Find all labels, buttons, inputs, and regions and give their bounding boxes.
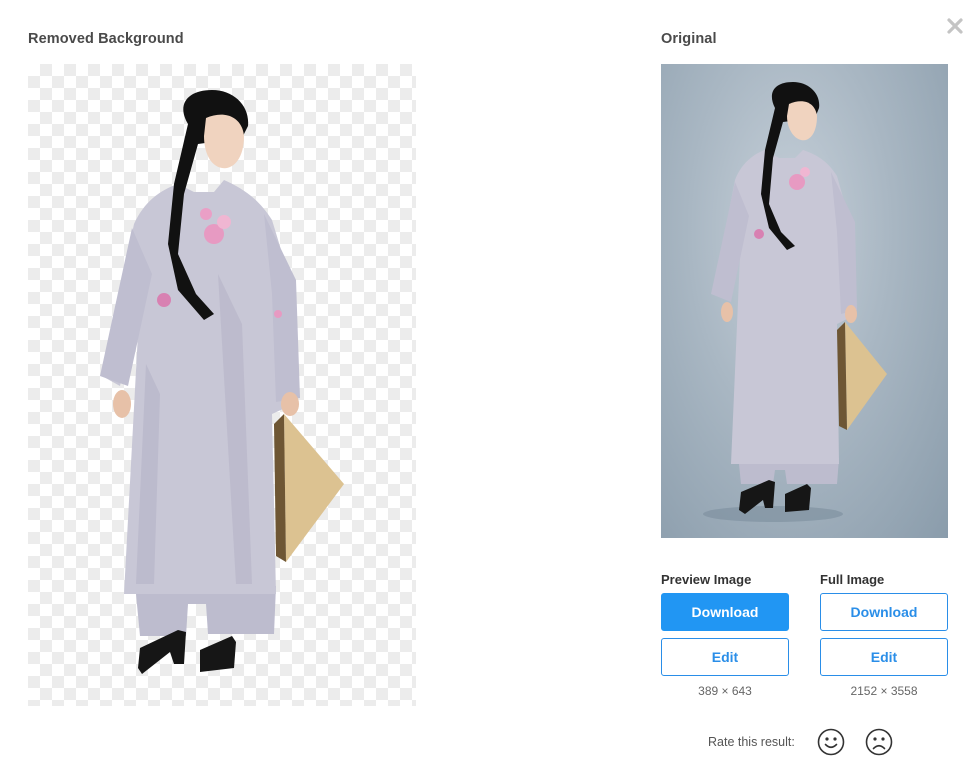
full-dimensions: 2152 × 3558	[850, 684, 918, 698]
original-image	[661, 64, 948, 538]
preview-download-button[interactable]: Download	[661, 593, 789, 631]
preview-dimensions: 389 × 643	[698, 684, 752, 698]
removed-background-image	[28, 64, 416, 706]
preview-edit-button[interactable]: Edit	[661, 638, 789, 676]
full-download-button[interactable]: Download	[820, 593, 948, 631]
removed-background-heading: Removed Background	[28, 31, 184, 47]
frown-face-icon[interactable]	[865, 728, 893, 756]
person-cutout	[100, 90, 344, 674]
close-icon[interactable]	[945, 16, 965, 36]
original-photo	[703, 82, 887, 522]
original-heading: Original	[661, 31, 717, 47]
rate-result-label: Rate this result:	[708, 735, 795, 749]
full-image-label: Full Image	[820, 572, 885, 587]
smile-face-icon[interactable]	[817, 728, 845, 756]
full-edit-button[interactable]: Edit	[820, 638, 948, 676]
preview-image-label: Preview Image	[661, 572, 752, 587]
